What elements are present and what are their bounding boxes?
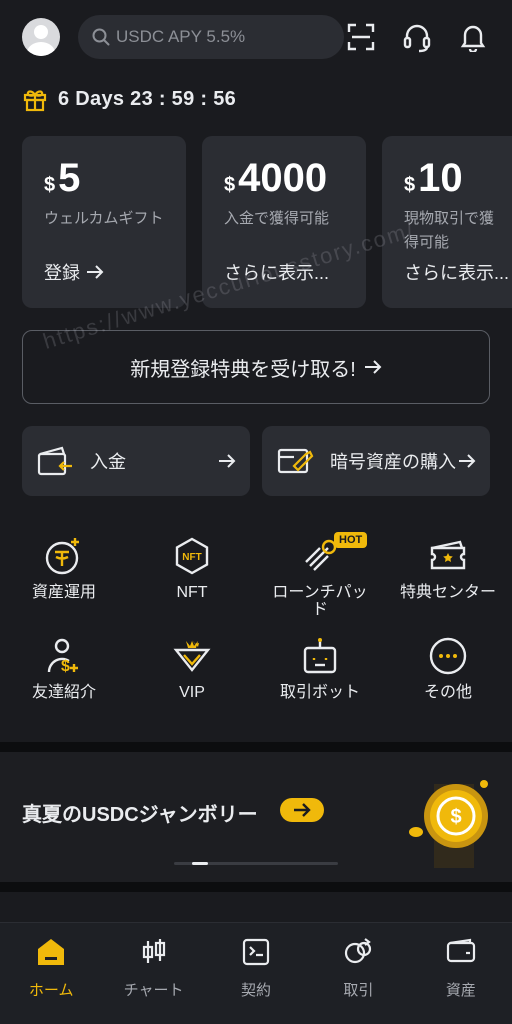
grid-item-launchpad[interactable]: HOT ローンチパッド [256,532,384,618]
trade-swap-icon [341,935,375,969]
nav-label: ホーム [28,982,74,999]
svg-text:$: $ [450,806,461,828]
currency-symbol: $ [404,174,416,196]
gift-description: ウェルカムギフト [44,210,164,227]
grid-label: 取引ボット [279,684,360,701]
cta-label: さらに表示... [404,263,510,283]
register-label: 新規登録特典を受け取る! [130,358,356,381]
grid-label: 特典センター [399,584,496,601]
banner-pager [174,862,338,865]
svg-text:NFT: NFT [182,552,201,563]
grid-item-vip[interactable]: VIP [128,634,256,718]
gift-card-welcome[interactable]: $5 ウェルカムギフト 登録 [22,136,186,308]
nft-hexagon-icon: NFT [170,534,214,578]
wallet-icon [444,935,478,969]
ticket-star-icon [426,534,470,578]
grid-label: 友達紹介 [31,684,96,701]
quick-actions: 入金 暗号資産の購入 [22,426,490,496]
robot-icon [298,634,342,678]
nav-futures[interactable]: 契約 [205,923,307,1024]
cta-label: 登録 [44,263,80,283]
scan-icon[interactable] [344,20,378,54]
nav-chart[interactable]: チャート [102,923,204,1024]
arrow-right-icon [87,265,104,279]
nav-home[interactable]: ホーム [0,923,102,1024]
svg-text:$: $ [61,658,70,675]
grid-label: ローンチパッド [272,584,368,618]
show-more-link[interactable]: さらに表示... [224,259,350,285]
banner-title: 真夏のUSDCジャンボリー [22,804,258,826]
arrow-right-icon [364,360,382,374]
deposit-label: 入金 [90,452,126,472]
search-bar[interactable] [78,15,344,59]
home-icon [34,935,68,969]
more-dots-icon [426,634,470,678]
grid-label: VIP [179,684,205,701]
nav-assets[interactable]: 資産 [410,923,512,1024]
grid-item-rewards[interactable]: 特典センター [384,534,512,618]
grid-item-trading-bot[interactable]: 取引ボット [256,634,384,718]
contract-icon [239,935,273,969]
gift-amount: 4000 [238,156,328,200]
register-link[interactable]: 登録 [44,259,170,285]
gift-card-deposit[interactable]: $4000 入金で獲得可能 さらに表示... [202,136,366,308]
buy-crypto-label: 暗号資産の購入 [330,452,456,472]
pager-active-dot [192,862,208,865]
grid-label: 資産運用 [31,584,96,601]
grid-item-nft[interactable]: NFT NFT [128,534,256,618]
usdc-coin-illustration: $ [409,780,488,868]
nav-trade[interactable]: 取引 [307,923,409,1024]
section-divider [0,742,512,752]
arrow-right-icon [459,454,476,468]
gift-amount: 5 [58,156,81,200]
nav-label: チャート [123,982,184,999]
gift-description: 入金で獲得可能 [224,210,330,227]
search-icon [92,28,110,46]
search-input[interactable] [116,27,326,47]
grid-item-earn[interactable]: 資産運用 [0,534,128,618]
candlestick-icon [137,935,171,969]
top-header [22,14,490,60]
promo-banner[interactable]: 真夏のUSDCジャンボリー $ [0,752,512,882]
earn-tether-icon [42,534,86,578]
avatar[interactable] [22,18,60,56]
currency-symbol: $ [44,174,56,196]
card-rocket-icon [277,448,314,474]
gift-countdown: 6 Days 23 : 59 : 56 [22,86,236,112]
hot-badge: HOT [334,532,368,548]
nav-label: 資産 [445,982,476,999]
banner-arrow-button[interactable] [280,798,324,822]
arrow-right-icon [219,454,236,468]
wallet-deposit-icon [37,446,72,476]
grid-item-more[interactable]: その他 [384,634,512,718]
user-dollar-icon: $ [42,634,86,678]
nav-label: 取引 [343,982,374,999]
show-more-link[interactable]: さらに表示... [404,259,510,285]
gift-icon [23,90,47,112]
nav-label: 契約 [241,982,272,999]
section-divider [0,882,512,892]
headset-icon[interactable] [400,20,434,54]
grid-label: その他 [423,684,472,701]
gift-description: 現物取引で獲得可能 [404,210,495,251]
gift-cards: $5 ウェルカムギフト 登録 $4000 入金で獲得可能 さらに表示... $1… [22,136,512,308]
gift-amount: 10 [418,156,463,200]
feature-grid: 資産運用 NFT NFT HOT ローンチパッド 特典センター $ 友達紹介 V… [0,532,512,718]
countdown-text: 6 Days 23 : 59 : 56 [58,87,237,110]
bell-icon[interactable] [456,20,490,54]
cta-label: さらに表示... [224,263,330,283]
bottom-navigation: ホーム チャート 契約 取引 資産 [0,922,512,1024]
gift-card-spot[interactable]: $10 現物取引で獲得可能 さらに表示... [382,136,512,308]
grid-item-referral[interactable]: $ 友達紹介 [0,634,128,718]
deposit-button[interactable]: 入金 [22,426,250,496]
currency-symbol: $ [224,174,236,196]
arrow-right-icon [294,803,311,817]
buy-crypto-button[interactable]: 暗号資産の購入 [262,426,490,496]
grid-label: NFT [176,584,208,601]
claim-signup-bonus-button[interactable]: 新規登録特典を受け取る! [22,330,490,404]
vip-diamond-icon [170,634,214,678]
